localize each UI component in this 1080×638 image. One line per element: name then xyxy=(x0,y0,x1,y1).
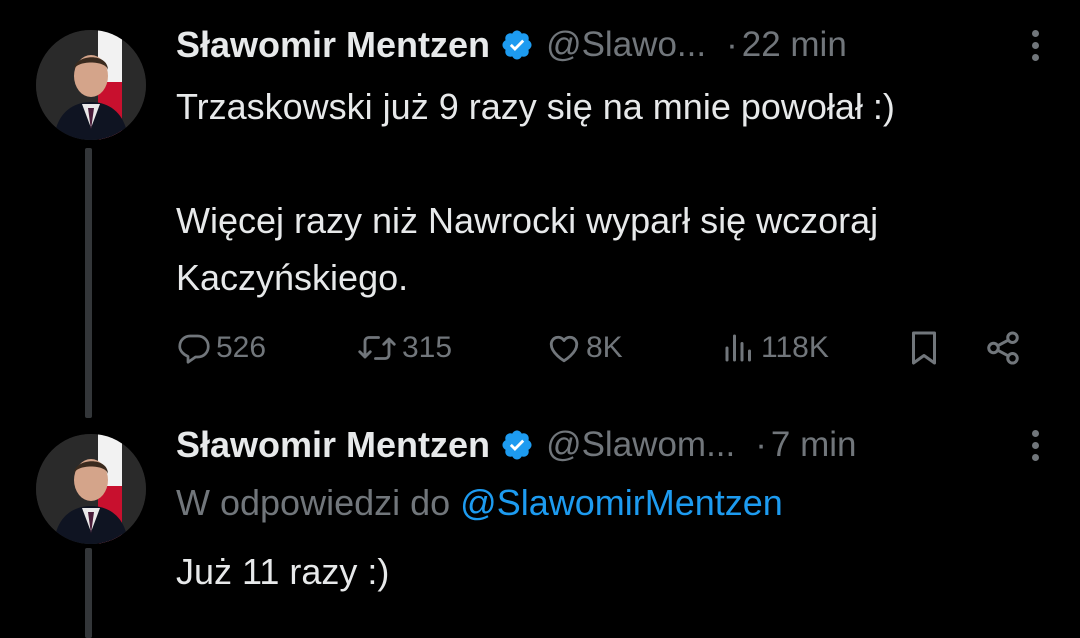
more-vertical-icon[interactable] xyxy=(1030,30,1040,64)
like-count: 8K xyxy=(586,331,623,364)
repost-count: 315 xyxy=(402,331,453,364)
share-icon xyxy=(987,331,1019,365)
avatar[interactable] xyxy=(36,434,146,544)
verified-badge-icon xyxy=(502,430,532,460)
author-name[interactable]: Sławomir Mentzen xyxy=(176,24,490,66)
bookmark-icon xyxy=(912,331,936,365)
tweet[interactable]: Sławomir Mentzen @Slawo... · 22 min Trza… xyxy=(0,0,1080,418)
tweet[interactable]: Sławomir Mentzen @Slawom... · 7 min W od… xyxy=(0,410,1080,638)
avatar[interactable] xyxy=(36,30,146,140)
repost-button[interactable]: 315 xyxy=(356,326,452,370)
tweet-text: Już 11 razy :) xyxy=(176,543,1040,600)
reply-count: 526 xyxy=(216,331,267,364)
reply-prefix: W odpowiedzi do xyxy=(176,482,451,523)
tweet-line: Trzaskowski już 9 razy się na mnie powoł… xyxy=(176,86,895,127)
reply-button[interactable]: 526 xyxy=(176,326,266,370)
views-button[interactable]: 118K xyxy=(721,326,829,370)
author-handle[interactable]: @Slawo... xyxy=(546,25,706,65)
more-vertical-icon[interactable] xyxy=(1030,430,1040,464)
reply-mention-link[interactable]: @SlawomirMentzen xyxy=(460,482,783,523)
tweet-line: Więcej razy niż Nawrocki wyparł się wczo… xyxy=(176,200,879,241)
timestamp[interactable]: 7 min xyxy=(771,425,857,465)
like-button[interactable]: 8K xyxy=(546,326,623,370)
tweet-header: Sławomir Mentzen @Slawom... · 7 min xyxy=(176,422,1040,468)
author-handle[interactable]: @Slawom... xyxy=(546,425,735,465)
comment-icon xyxy=(178,334,210,364)
tweet-line xyxy=(176,135,1040,192)
heart-icon xyxy=(549,335,579,363)
bookmark-button[interactable] xyxy=(906,326,942,370)
share-button[interactable] xyxy=(984,326,1022,370)
tweet-actions: 526 315 8K 118K xyxy=(176,326,1026,370)
separator-dot: · xyxy=(726,25,738,64)
reply-context: W odpowiedzi do @SlawomirMentzen xyxy=(176,482,783,524)
view-count: 118K xyxy=(761,331,829,364)
tweet-line: Już 11 razy :) xyxy=(176,551,390,592)
tweet-text: Trzaskowski już 9 razy się na mnie powoł… xyxy=(176,78,1040,306)
timestamp[interactable]: 22 min xyxy=(742,25,847,65)
author-name[interactable]: Sławomir Mentzen xyxy=(176,424,490,466)
tweet-line: Kaczyńskiego. xyxy=(176,257,409,298)
verified-badge-icon xyxy=(502,30,532,60)
tweet-header: Sławomir Mentzen @Slawo... · 22 min xyxy=(176,22,1040,68)
views-bar-icon xyxy=(725,334,751,362)
thread-connector xyxy=(85,148,92,418)
repost-icon xyxy=(358,336,396,360)
separator-dot: · xyxy=(755,425,767,464)
